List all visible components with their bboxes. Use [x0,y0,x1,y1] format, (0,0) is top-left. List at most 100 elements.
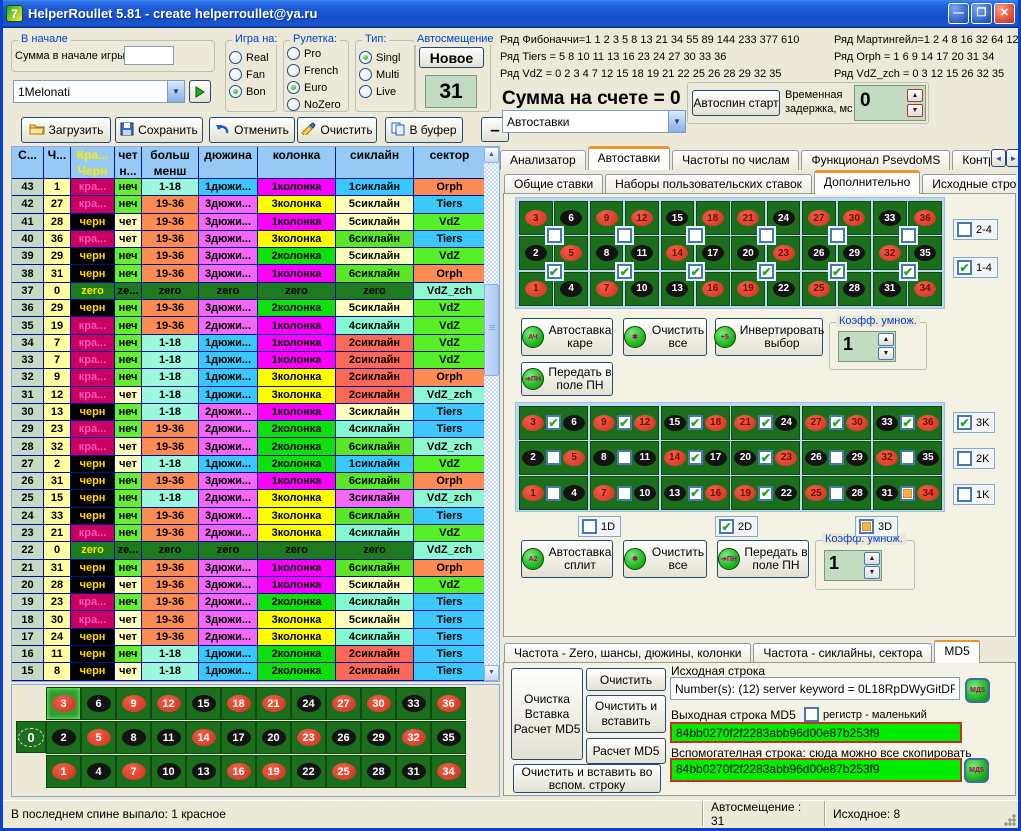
autospin-start-button[interactable]: Автоспин старт [692,90,780,116]
number-6[interactable]: 6 [560,210,582,226]
button-to-pn[interactable]: ➔ПНПередать в поле ПН [521,362,613,396]
number-10[interactable]: 10 [631,281,653,297]
number-32[interactable]: 32 [402,729,426,746]
number-12[interactable]: 12 [634,415,656,431]
subtab-дополнительно[interactable]: Дополнительно [814,170,920,194]
number-8[interactable]: 8 [596,245,618,261]
number-20[interactable]: 20 [734,450,756,466]
number-22[interactable]: 22 [775,485,797,501]
number-36[interactable]: 36 [437,695,461,712]
number-16[interactable]: 16 [702,281,724,297]
board-cell-1[interactable]: 1 [46,755,81,788]
number-25[interactable]: 25 [808,281,830,297]
toolbar-button-1[interactable]: Загрузить [21,117,111,143]
corner-checkbox[interactable] [901,228,916,243]
checkbox-icon[interactable] [688,415,703,430]
number-31[interactable]: 31 [876,485,898,501]
number-9[interactable]: 9 [593,415,615,431]
number-27[interactable]: 27 [808,210,830,226]
number-34[interactable]: 34 [914,281,936,297]
tab-анализатор[interactable]: Анализатор [500,150,586,170]
number-29[interactable]: 29 [367,729,391,746]
radio-bon[interactable]: Bon [229,85,273,98]
corner-checkbox[interactable] [759,228,774,243]
title-bar[interactable]: 7 HelperRoullet 5.81 - create helperroul… [0,0,1021,28]
number-4[interactable]: 4 [87,763,111,780]
table-row[interactable]: 158чернчет1-181дюжи...2колонка2сиклайнTi… [12,663,486,680]
tab-scroll-right-button[interactable]: ► [1006,149,1021,167]
resize-grip[interactable] [1003,813,1016,826]
play-button[interactable] [189,80,211,103]
md5-source-input[interactable] [670,677,960,700]
table-row[interactable]: 1413черннеч1-182дюжи...1колонка3сиклайнT… [12,681,486,682]
number-29[interactable]: 29 [846,450,868,466]
number-30[interactable]: 30 [843,210,865,226]
table-row[interactable]: 347кра...неч1-181дюжи...1колонка2сиклайн… [12,335,486,352]
corner-checkbox[interactable] [830,228,845,243]
table-row[interactable]: 3112кра...чет1-181дюжи...3колонка2сиклай… [12,387,486,404]
minimize-button[interactable]: — [948,3,969,24]
number-31[interactable]: 31 [402,763,426,780]
button-invert[interactable]: +5Инвертировать выбор [715,318,823,356]
number-23[interactable]: 23 [773,245,795,261]
checkbox-icon[interactable] [758,486,773,501]
board-cell-34[interactable]: 34 [431,755,466,788]
number-22[interactable]: 22 [297,763,321,780]
side-check-2-4[interactable]: 2-4 [953,219,998,240]
corner-checkbox[interactable] [547,228,562,243]
board-cell-6[interactable]: 6 [81,687,116,720]
board-cell-31[interactable]: 31 [396,755,431,788]
number-36[interactable]: 36 [917,415,939,431]
button-autobet-split-2[interactable]: А2Автоставка сплит [521,540,613,578]
number-7[interactable]: 7 [122,763,146,780]
checkbox-icon[interactable] [546,486,561,501]
number-16[interactable]: 16 [705,485,727,501]
board-cell-30[interactable]: 30 [361,687,396,720]
number-25[interactable]: 25 [805,485,827,501]
number-16[interactable]: 16 [227,763,251,780]
tab-частоты-по-числам[interactable]: Частоты по числам [672,150,799,170]
subtab-исходные-строки-м[interactable]: Исходные строки М [922,174,1016,194]
board-cell-33[interactable]: 33 [396,687,431,720]
md5-big-button[interactable]: Очистка Вставка Расчет MD5 [511,668,583,760]
board-cell-24[interactable]: 24 [291,687,326,720]
number-8[interactable]: 8 [593,450,615,466]
table-row[interactable]: 3929черннеч19-363дюжи...2колонка5сиклайн… [12,248,486,265]
table-row[interactable]: 4227кра...неч19-363дюжи...3колонка5сикла… [12,196,486,213]
board-cell-14[interactable]: 14 [186,721,221,754]
checkbox-icon[interactable] [900,486,915,501]
checkbox-icon[interactable] [900,450,915,465]
split-cell-27-30[interactable]: 2730 [802,406,871,440]
table-row[interactable]: 2433черннеч19-363дюжи...3колонка6сиклайн… [12,508,486,525]
number-23[interactable]: 23 [297,729,321,746]
board-cell-25[interactable]: 25 [326,755,361,788]
radio-euro[interactable]: Euro [287,81,345,94]
number-22[interactable]: 22 [773,281,795,297]
checkbox-icon[interactable] [829,486,844,501]
number-23[interactable]: 23 [775,450,797,466]
board-cell-21[interactable]: 21 [256,687,291,720]
checkbox-icon[interactable] [957,451,972,466]
toolbar-button-2[interactable]: Сохранить [115,117,203,143]
checkbox-icon[interactable] [957,260,972,275]
split-cell-9-12[interactable]: 9 12 [590,406,659,440]
number-19[interactable]: 19 [737,281,759,297]
radio-fan[interactable]: Fan [229,68,273,81]
freqtab-частота-сиклайны-сектора[interactable]: Частота - сиклайны, сектора [753,643,932,663]
number-17[interactable]: 17 [227,729,251,746]
split-cell-31-34[interactable]: 3134 [873,476,942,510]
number-28[interactable]: 28 [367,763,391,780]
split-cell-20-23[interactable]: 2023 [731,441,800,475]
chevron-down-icon[interactable]: ▼ [167,81,184,102]
number-9[interactable]: 9 [122,695,146,712]
number-35[interactable]: 35 [917,450,939,466]
preset-combobox[interactable]: 1Melonati▼ [13,80,185,103]
checkbox-icon[interactable] [546,415,561,430]
scroll-up-icon[interactable]: ▲ [484,147,499,163]
split-cell-8-11[interactable]: 811 [590,441,659,475]
start-sum-input[interactable] [124,46,174,65]
number-20[interactable]: 20 [262,729,286,746]
board-cell-11[interactable]: 11 [151,721,186,754]
number-18[interactable]: 18 [702,210,724,226]
toolbar-button-3[interactable]: Отменить [209,117,295,143]
